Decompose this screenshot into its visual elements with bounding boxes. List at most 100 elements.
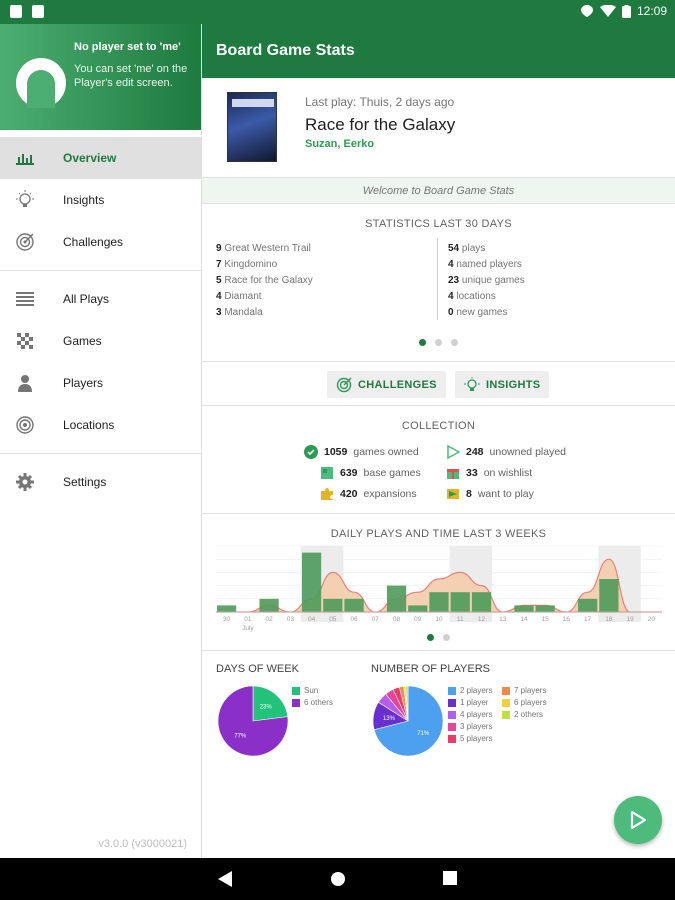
- last-play-meta: Last play: Thuis, 2 days ago: [305, 95, 455, 109]
- location-status-icon: [580, 5, 593, 17]
- x-tick-label: 03: [287, 616, 295, 623]
- target-icon: [15, 232, 35, 252]
- back-icon[interactable]: [218, 871, 232, 887]
- x-tick-label: 13: [499, 616, 507, 623]
- legend-label: 6 players: [514, 698, 547, 707]
- x-tick-label: 04: [308, 616, 316, 623]
- target-icon: [336, 377, 352, 392]
- legend-label: 3 players: [460, 722, 493, 731]
- list-item: 7 Kingdomino: [216, 259, 278, 270]
- legend-label: 2 others: [514, 710, 543, 719]
- legend-item: 3 players: [448, 721, 492, 733]
- lightbulb-icon: [464, 376, 480, 391]
- plays-bar: [386, 585, 407, 612]
- legend-label: 6 others: [304, 698, 333, 707]
- x-tick-label: 19: [627, 616, 635, 623]
- x-tick-label: 01: [244, 616, 252, 623]
- avatar[interactable]: [16, 58, 66, 108]
- plays-bar: [578, 598, 598, 612]
- chart-title: DAILY PLAYS AND TIME LAST 3 WEEKS: [330, 528, 547, 540]
- list-item: 9 Great Western Trail: [216, 243, 311, 254]
- page-dot[interactable]: [443, 634, 450, 641]
- nav-item-label: Challenges: [63, 235, 124, 249]
- nav-item-overview[interactable]: Overview: [0, 137, 201, 179]
- plays-bar: [471, 592, 492, 612]
- list-item: 4 Diamant: [216, 291, 262, 302]
- add-play-button[interactable]: [614, 796, 662, 844]
- distribution-card[interactable]: DAYS OF WEEK NUMBER OF PLAYERS 23% 77% Su…: [202, 651, 675, 858]
- list-item: 0 new games: [448, 307, 508, 318]
- daily-plays-card[interactable]: DAILY PLAYS AND TIME LAST 3 WEEKS 30 01 02…: [202, 514, 675, 651]
- location-icon: [15, 415, 35, 435]
- nav-divider: [0, 270, 201, 271]
- person-icon: [15, 373, 35, 393]
- x-tick-label: 07: [372, 616, 380, 623]
- legend-swatch: [502, 711, 510, 719]
- lightbulb-icon: [15, 190, 35, 210]
- legend-label: 1 player: [460, 698, 489, 707]
- page-indicator[interactable]: [202, 339, 675, 346]
- navigation-drawer: No player set to 'me' You can set 'me' o…: [0, 24, 202, 858]
- legend-swatch: [448, 699, 456, 707]
- nav-item-insights[interactable]: Insights: [0, 179, 201, 221]
- list-item: 4 named players: [448, 259, 522, 270]
- status-bar: 12:09: [0, 0, 675, 24]
- nav-item-players[interactable]: Players: [0, 362, 201, 404]
- last-play-card[interactable]: Last play: Thuis, 2 days ago Race for th…: [202, 78, 675, 178]
- legend-label: 7 players: [514, 686, 547, 695]
- x-tick-label: 18: [605, 616, 613, 623]
- legend: 7 players 6 players 2 others: [502, 685, 546, 721]
- recents-icon[interactable]: [443, 871, 457, 885]
- nav-item-settings[interactable]: Settings: [0, 461, 201, 503]
- drawer-header-title: No player set to 'me': [74, 41, 181, 53]
- legend-swatch: [448, 735, 456, 743]
- collection-card[interactable]: COLLECTION 1059 games owned 639 base games…: [202, 406, 675, 514]
- home-icon[interactable]: [330, 871, 346, 887]
- legend-item: 6 others: [292, 697, 333, 709]
- legend-swatch: [292, 699, 300, 707]
- nav-item-challenges[interactable]: Challenges: [0, 221, 201, 263]
- legend-swatch: [448, 711, 456, 719]
- clock: 12:09: [636, 4, 667, 18]
- page-dot[interactable]: [427, 634, 434, 641]
- list-item: 5 Race for the Galaxy: [216, 275, 313, 286]
- totals-list: 54 plays 4 named players 23 unique games…: [448, 241, 525, 321]
- nav-item-label: Overview: [63, 151, 117, 165]
- nav-item-games[interactable]: Games: [0, 320, 201, 362]
- base-games-stat: 639 base games: [320, 466, 421, 480]
- x-tick-label: 12: [478, 616, 486, 623]
- page-indicator[interactable]: [202, 634, 675, 641]
- x-tick-label: 08: [393, 616, 401, 623]
- nav-item-label: Settings: [63, 475, 107, 489]
- bar-chart-icon: [15, 148, 35, 168]
- statistics-card[interactable]: STATISTICS LAST 30 DAYS 9 Great Western …: [202, 204, 675, 362]
- list-item: 3 Mandala: [216, 307, 263, 318]
- daily-plays-chart: 30 01 02 03 04 05 06 07 08 09 10 11 12 13 14 15 16 17 18 19…: [216, 545, 662, 632]
- puzzle-icon: [321, 488, 333, 500]
- page-dot[interactable]: [435, 339, 442, 346]
- gift-icon: [447, 469, 459, 479]
- x-tick-label: 02: [265, 616, 273, 623]
- nav-item-locations[interactable]: Locations: [0, 404, 201, 446]
- image-icon: [32, 5, 44, 18]
- list-item: 4 locations: [448, 291, 496, 302]
- slice-label: 23%: [260, 705, 273, 711]
- plays-bar: [259, 598, 279, 612]
- month-label: July: [242, 625, 254, 632]
- chart-title: NUMBER OF PLAYERS: [371, 663, 490, 675]
- nav-item-all-plays[interactable]: All Plays: [0, 278, 201, 320]
- legend-label: 4 players: [460, 710, 493, 719]
- base-game-icon: [321, 467, 333, 479]
- x-tick-label: 14: [520, 616, 528, 623]
- section-title: STATISTICS LAST 30 DAYS: [365, 218, 512, 230]
- insights-button[interactable]: INSIGHTS: [455, 371, 550, 398]
- plays-bar: [408, 605, 428, 612]
- legend-item: 7 players: [502, 685, 546, 697]
- slice-label: 71%: [417, 731, 430, 737]
- want-to-play-stat: 8 want to play: [446, 487, 534, 501]
- top-games-list: 9 Great Western Trail 7 Kingdomino 5 Rac…: [216, 241, 313, 321]
- page-dot[interactable]: [419, 339, 426, 346]
- page-dot[interactable]: [451, 339, 458, 346]
- nav-item-label: All Plays: [63, 292, 110, 306]
- challenges-button[interactable]: CHALLENGES: [327, 371, 446, 398]
